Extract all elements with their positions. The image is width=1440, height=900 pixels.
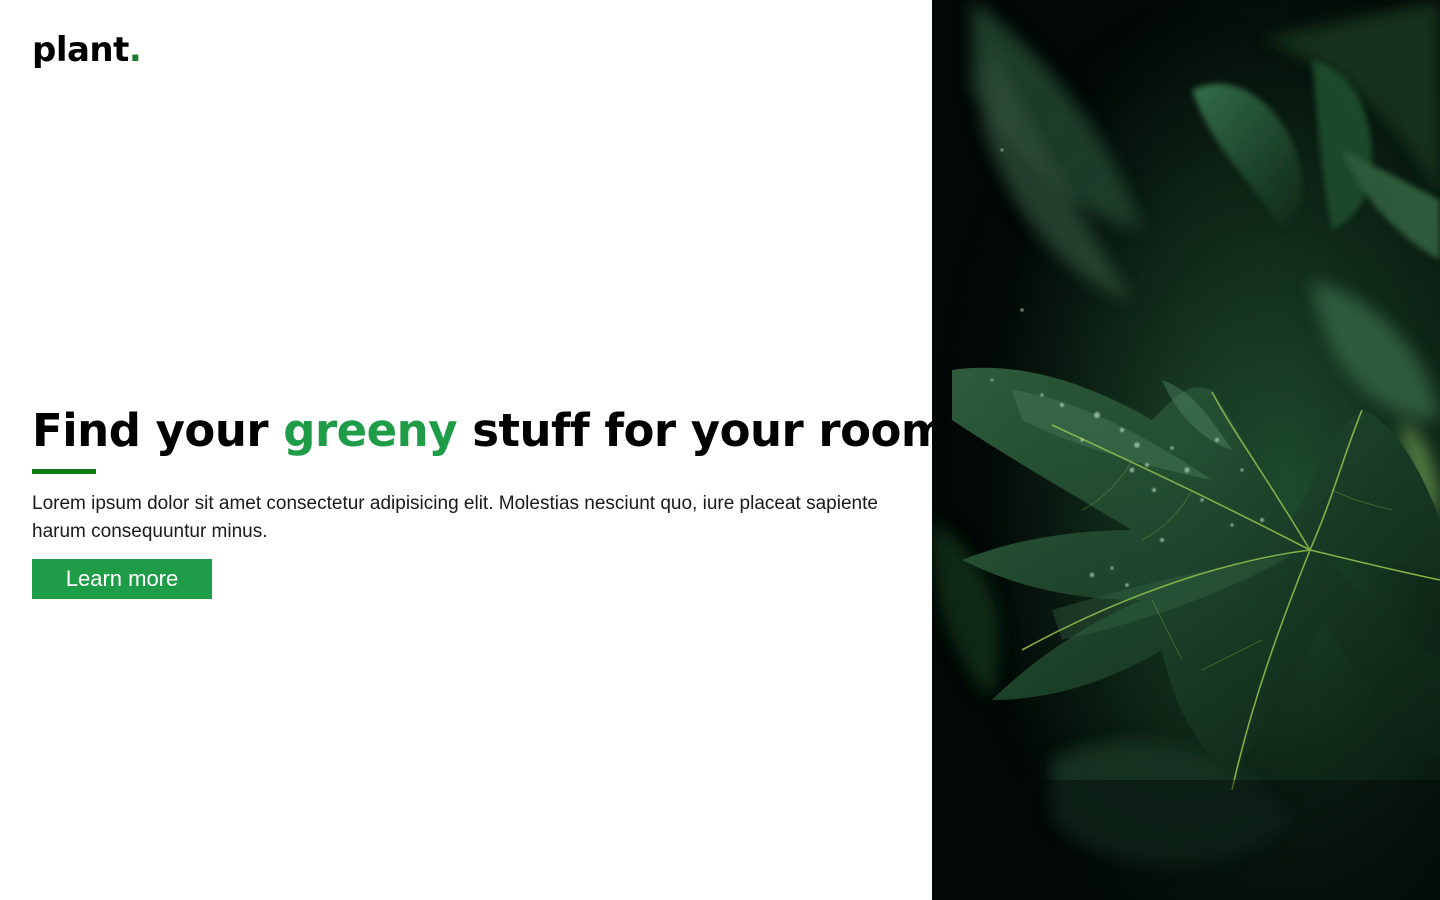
learn-more-button[interactable]: Learn more bbox=[32, 559, 212, 599]
leaf-photo-image bbox=[932, 0, 1440, 900]
landing-page: plant. Find your greeny stuff for your r… bbox=[0, 0, 1440, 900]
headline-underline bbox=[32, 469, 96, 474]
headline-start: Find your bbox=[32, 404, 284, 457]
hero-image bbox=[932, 0, 1440, 900]
hero-description: Lorem ipsum dolor sit amet consectetur a… bbox=[32, 493, 878, 542]
headline-accent: greeny bbox=[283, 404, 458, 457]
headline-end: stuff for your room bbox=[457, 404, 948, 457]
logo[interactable]: plant. bbox=[32, 30, 142, 70]
hero-section: Find your greeny stuff for your room Lor… bbox=[32, 402, 948, 599]
hero-headline: Find your greeny stuff for your room bbox=[32, 402, 948, 460]
logo-dot: . bbox=[128, 30, 142, 70]
logo-text: plant bbox=[32, 30, 129, 70]
content-panel: plant. Find your greeny stuff for your r… bbox=[0, 0, 948, 900]
